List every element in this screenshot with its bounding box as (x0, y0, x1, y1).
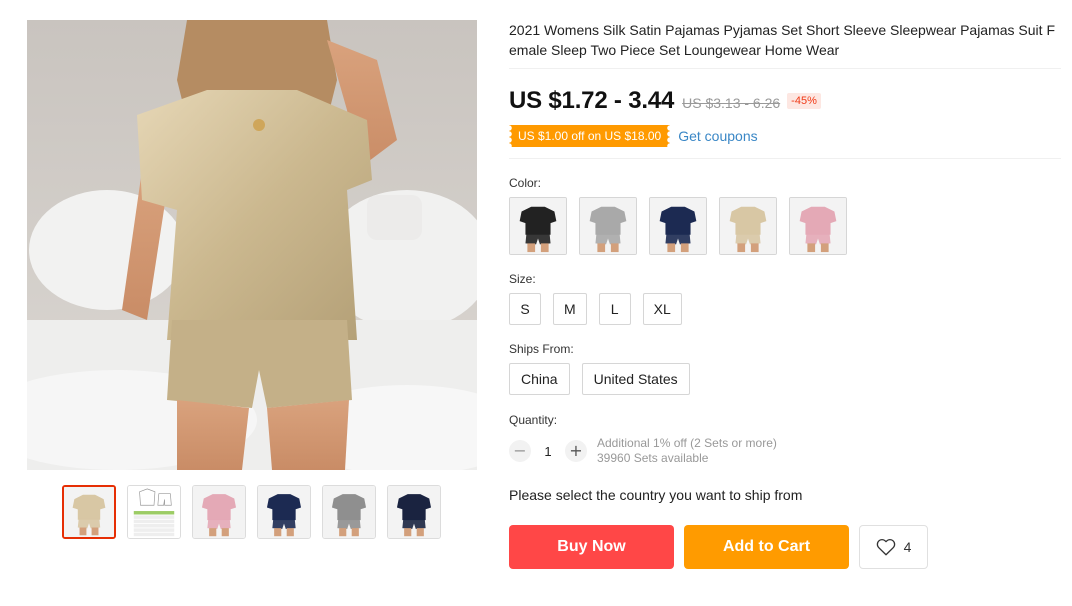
discount-badge: -45% (787, 93, 821, 109)
thumbnail-strip (62, 485, 441, 539)
ships-from-label: Ships From: (509, 342, 574, 356)
quantity-decrease-button[interactable]: − (509, 440, 531, 462)
quantity-value[interactable]: 1 (531, 444, 565, 459)
color-swatch-black[interactable] (509, 197, 567, 255)
product-title: 2021 Womens Silk Satin Pajamas Pyjamas S… (509, 22, 1055, 58)
coupon-badge: US $1.00 off on US $18.00 (509, 125, 671, 147)
ships-from-options: China United States (509, 363, 1061, 395)
size-option-m[interactable]: M (553, 293, 587, 325)
action-buttons: Buy Now Add to Cart 4 (509, 525, 1061, 569)
color-label: Color: (509, 176, 542, 190)
wishlist-button[interactable]: 4 (859, 525, 928, 569)
size-option-l[interactable]: L (598, 293, 631, 325)
size-options: S M L XL (509, 293, 1061, 325)
color-swatch-champagne[interactable] (719, 197, 777, 255)
quantity-increase-button[interactable]: + (565, 440, 587, 462)
thumbnail-pink-set[interactable] (192, 485, 246, 539)
quantity-label: Quantity: (509, 413, 558, 427)
coupon-notch-left (509, 125, 513, 147)
original-price: US $3.13 - 6.26 (682, 95, 781, 111)
ships-from-option-united-states[interactable]: United States (581, 363, 690, 395)
color-swatch-pink[interactable] (789, 197, 847, 255)
quantity-notes: Additional 1% off (2 Sets or more) 39960… (597, 436, 777, 466)
bulk-discount-note: Additional 1% off (2 Sets or more) (597, 436, 777, 450)
stock-available-note: 39960 Sets available (597, 451, 709, 465)
thumbnail-size-chart[interactable] (127, 485, 181, 539)
coupon-label: US $1.00 off on US $18.00 (518, 129, 662, 143)
size-option-s[interactable]: S (509, 293, 541, 325)
size-label: Size: (509, 272, 536, 286)
ships-from-option-china[interactable]: China (509, 363, 570, 395)
size-option-xl[interactable]: XL (642, 293, 682, 325)
buy-now-button[interactable]: Buy Now (509, 525, 674, 569)
main-product-image[interactable] (27, 20, 477, 470)
get-coupons-link[interactable]: Get coupons (678, 128, 757, 144)
product-info: 2021 Womens Silk Satin Pajamas Pyjamas S… (509, 20, 1061, 569)
thumbnail-gray-set[interactable] (322, 485, 376, 539)
thumbnail-black-set[interactable] (387, 485, 441, 539)
quantity-stepper: − 1 + Additional 1% off (2 Sets or more)… (509, 436, 1061, 466)
add-to-cart-button[interactable]: Add to Cart (684, 525, 849, 569)
thumbnail-champagne-set[interactable] (62, 485, 116, 539)
divider (509, 68, 1061, 69)
wishlist-count: 4 (903, 539, 912, 555)
coupon-row: US $1.00 off on US $18.00 Get coupons (509, 125, 1061, 147)
current-price: US $1.72 - 3.44 (509, 87, 675, 114)
shipping-message: Please select the country you want to sh… (509, 487, 803, 503)
heart-outline-icon (876, 538, 895, 556)
price-row: US $1.72 - 3.44 US $3.13 - 6.26 -45% (509, 87, 1061, 115)
divider (509, 158, 1061, 159)
color-swatch-navy[interactable] (649, 197, 707, 255)
coupon-notch-right (666, 125, 671, 147)
color-swatch-gray[interactable] (579, 197, 637, 255)
thumbnail-navy-set[interactable] (257, 485, 311, 539)
color-options (509, 197, 1061, 255)
